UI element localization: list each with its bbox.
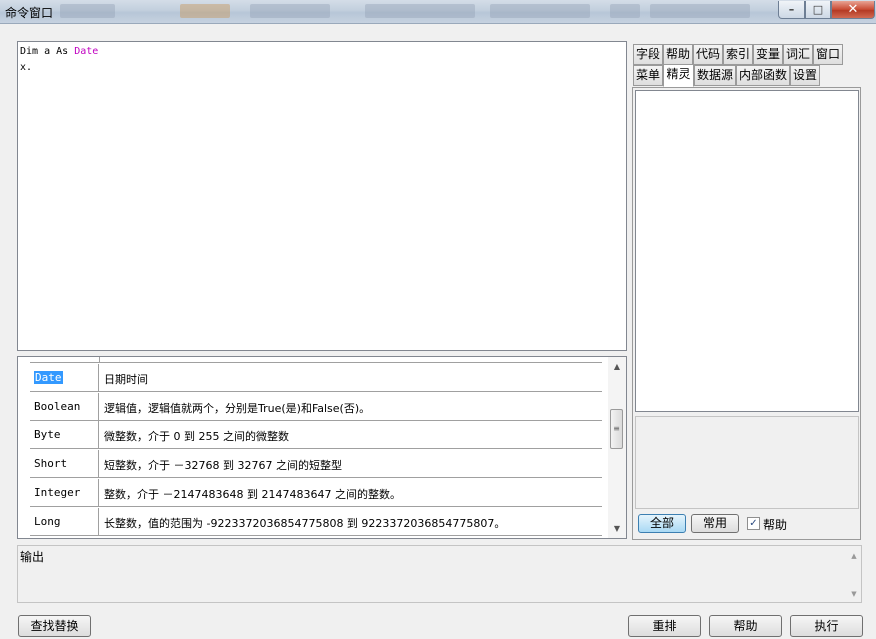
tab-variables[interactable]: 变量	[753, 44, 783, 65]
title-blur	[490, 4, 590, 18]
close-button[interactable]: ✕	[831, 1, 875, 19]
scroll-up-arrow-icon[interactable]: ▲	[847, 548, 861, 564]
list-item[interactable]: Short 短整数，介于 －32768 到 32767 之间的短整型	[30, 450, 602, 478]
wizard-panel: 全部 常用 ✓ 帮助	[632, 87, 861, 540]
tab-fields[interactable]: 字段	[633, 44, 663, 65]
tab-code[interactable]: 代码	[693, 44, 723, 65]
type-name: Long	[30, 508, 99, 535]
code-line: Dim a As Date	[20, 44, 624, 60]
list-item[interactable]: Integer 整数，介于 －2147483648 到 2147483647 之…	[30, 479, 602, 507]
help-button[interactable]: 帮助	[709, 615, 782, 637]
help-checkbox-label: 帮助	[763, 518, 788, 532]
wizard-list[interactable]	[635, 90, 859, 412]
window-title: 命令窗口	[5, 6, 54, 20]
wizard-details	[635, 416, 859, 509]
title-blur	[610, 4, 640, 18]
scroll-down-arrow-icon[interactable]: ▼	[608, 521, 626, 537]
type-name: Date	[30, 364, 99, 391]
tab-settings[interactable]: 设置	[790, 65, 820, 86]
type-description: 长整数，值的范围为 -9223372036854775808 到 9223372…	[104, 517, 506, 530]
title-blur	[60, 4, 115, 18]
code-editor[interactable]: Dim a As Date x.	[17, 41, 627, 351]
code-type: Date	[74, 46, 99, 57]
execute-button[interactable]: 执行	[790, 615, 863, 637]
scroll-up-arrow-icon[interactable]: ▲	[608, 359, 626, 375]
all-button[interactable]: 全部	[638, 514, 686, 533]
type-name: Integer	[30, 479, 99, 506]
scrollbar-thumb[interactable]: ≡	[610, 409, 623, 449]
type-description: 短整数，介于 －32768 到 32767 之间的短整型	[104, 459, 342, 472]
title-bar[interactable]: 命令窗口 – □ ✕	[0, 0, 876, 24]
title-blur	[365, 4, 475, 18]
minimize-button[interactable]: –	[778, 1, 805, 19]
title-blur	[650, 4, 750, 18]
output-label: 输出	[20, 550, 45, 564]
title-blur	[180, 4, 230, 18]
title-blur	[250, 4, 330, 18]
type-name: Short	[30, 450, 99, 477]
code-keywords: Dim a As	[20, 46, 75, 57]
type-description: 逻辑值，逻辑值就两个，分别是True(是)和False(否)。	[104, 402, 371, 415]
list-item[interactable]: Long 长整数，值的范围为 -9223372036854775808 到 92…	[30, 508, 602, 536]
common-button[interactable]: 常用	[691, 514, 739, 533]
reformat-button[interactable]: 重排	[628, 615, 701, 637]
type-description: 整数，介于 －2147483648 到 2147483647 之间的整数。	[104, 488, 401, 501]
tab-menu[interactable]: 菜单	[633, 65, 663, 86]
list-top-row	[30, 357, 602, 363]
output-panel[interactable]: 输出 ▲ ▼	[17, 545, 862, 603]
list-item[interactable]: Date 日期时间	[30, 364, 602, 392]
tab-index[interactable]: 索引	[723, 44, 753, 65]
scroll-down-arrow-icon[interactable]: ▼	[847, 586, 861, 602]
maximize-button[interactable]: □	[805, 1, 831, 19]
output-scrollbar[interactable]: ▲ ▼	[847, 546, 861, 602]
list-item[interactable]: Boolean 逻辑值，逻辑值就两个，分别是True(是)和False(否)。	[30, 393, 602, 421]
type-description: 日期时间	[104, 373, 148, 386]
type-description: 微整数，介于 0 到 255 之间的微整数	[104, 430, 289, 443]
help-checkbox[interactable]: ✓	[747, 517, 760, 530]
tab-builtin-functions[interactable]: 内部函数	[736, 65, 790, 86]
tab-vocabulary[interactable]: 词汇	[783, 44, 813, 65]
tab-datasource[interactable]: 数据源	[694, 65, 736, 86]
tab-window[interactable]: 窗口	[813, 44, 843, 65]
type-suggestion-list[interactable]: Date 日期时间 Boolean 逻辑值，逻辑值就两个，分别是True(是)和…	[17, 356, 627, 539]
code-line: x.	[20, 62, 33, 73]
type-name: Boolean	[30, 393, 99, 420]
find-replace-button[interactable]: 查找替换	[18, 615, 91, 637]
tab-help[interactable]: 帮助	[663, 44, 693, 65]
list-item[interactable]: Byte 微整数，介于 0 到 255 之间的微整数	[30, 421, 602, 449]
type-name: Byte	[30, 421, 99, 448]
tab-wizard[interactable]: 精灵	[663, 64, 694, 87]
list-scrollbar[interactable]: ▲ ≡ ▼	[608, 357, 626, 538]
